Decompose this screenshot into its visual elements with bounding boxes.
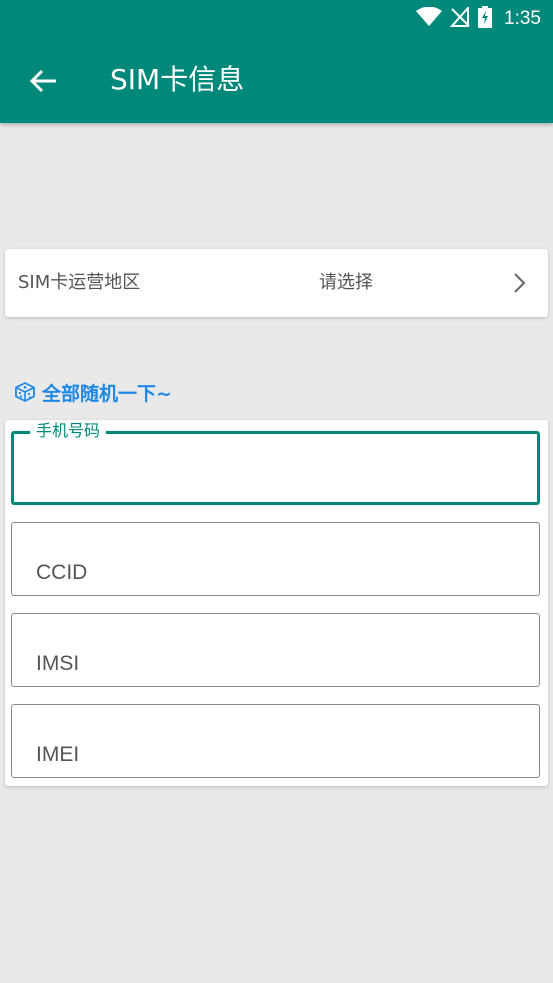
battery-charging-icon (478, 6, 493, 32)
phone-number-field[interactable]: 手机号码 (11, 420, 540, 505)
imei-placeholder: IMEI (36, 743, 80, 766)
wifi-icon (416, 6, 443, 31)
imei-field[interactable]: IMEI (11, 704, 540, 778)
ccid-field[interactable]: CCID (11, 522, 540, 596)
status-time: 1:35 (504, 8, 541, 29)
region-label: SIM卡运营地区 (18, 272, 141, 293)
dice-icon (14, 381, 36, 407)
back-button[interactable] (26, 64, 60, 98)
status-bar: 1:35 (0, 0, 553, 38)
app-bar: SIM卡信息 (0, 38, 553, 123)
chevron-right-icon (512, 272, 526, 294)
region-value: 请选择 (319, 272, 373, 293)
sim-form-card: 手机号码 CCID IMSI IMEI (5, 420, 548, 786)
ccid-placeholder: CCID (36, 561, 88, 584)
imsi-field[interactable]: IMSI (11, 613, 540, 687)
page-title: SIM卡信息 (110, 63, 245, 96)
randomize-all-button[interactable]: 全部随机一下~ (14, 380, 172, 408)
no-signal-icon (449, 5, 470, 31)
phone-number-label: 手机号码 (30, 420, 107, 442)
region-selector[interactable]: SIM卡运营地区 请选择 (5, 249, 548, 317)
randomize-all-label: 全部随机一下~ (42, 383, 172, 405)
arrow-left-icon (26, 69, 60, 102)
imsi-placeholder: IMSI (36, 652, 80, 675)
status-icons: 1:35 (416, 5, 541, 32)
